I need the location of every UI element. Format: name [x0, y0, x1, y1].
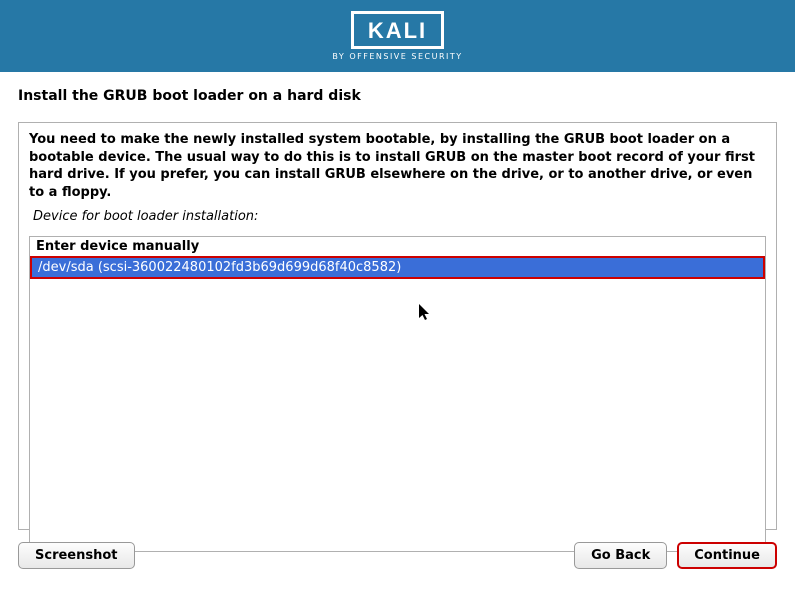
kali-logo-subtitle: BY OFFENSIVE SECURITY: [332, 52, 462, 61]
instructions-text: You need to make the newly installed sys…: [29, 131, 766, 201]
instructions-panel: You need to make the newly installed sys…: [18, 122, 777, 530]
device-item-manual[interactable]: Enter device manually: [30, 237, 765, 256]
go-back-button[interactable]: Go Back: [574, 542, 667, 569]
device-item-sda[interactable]: /dev/sda (scsi-360022480102fd3b69d699d68…: [30, 256, 765, 279]
footer-buttons: Screenshot Go Back Continue: [0, 530, 795, 569]
installer-content: Install the GRUB boot loader on a hard d…: [0, 72, 795, 530]
footer-right-buttons: Go Back Continue: [574, 542, 777, 569]
device-prompt-label: Device for boot loader installation:: [29, 209, 766, 224]
page-title: Install the GRUB boot loader on a hard d…: [18, 88, 777, 104]
screenshot-button[interactable]: Screenshot: [18, 542, 135, 569]
kali-logo-text: KALI: [368, 18, 427, 44]
continue-button[interactable]: Continue: [677, 542, 777, 569]
installer-header: KALI BY OFFENSIVE SECURITY: [0, 0, 795, 72]
device-list: Enter device manually /dev/sda (scsi-360…: [29, 236, 766, 552]
kali-logo-box: KALI: [351, 11, 444, 49]
